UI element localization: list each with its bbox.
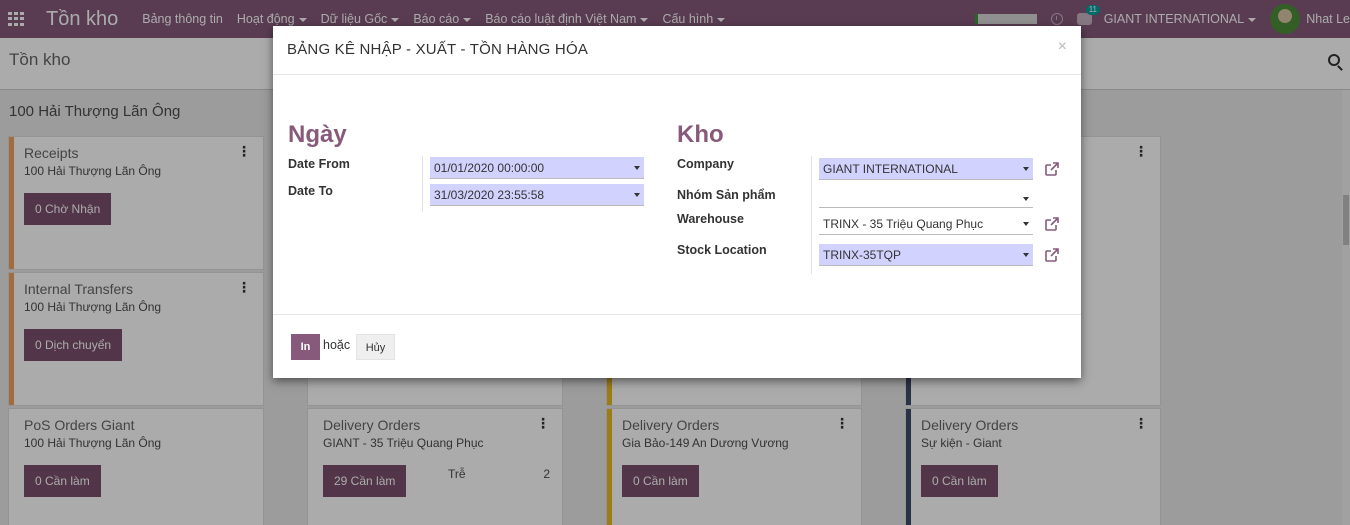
dialog-title: BẢNG KÊ NHẬP - XUẤT - TỒN HÀNG HÓA [287,41,589,58]
section-title-warehouse: Kho [677,121,724,148]
stock-location-label: Stock Location [677,243,767,257]
or-text: hoặc [323,338,351,352]
company-label: Company [677,157,734,171]
caret-down-icon [634,166,640,170]
dialog-header: BẢNG KÊ NHẬP - XUẤT - TỒN HÀNG HÓA × [273,26,1081,75]
warehouse-value: TRINX - 35 Triệu Quang Phục [823,217,984,231]
date-to-field[interactable]: 31/03/2020 23:55:58 [430,184,644,206]
caret-down-icon [1023,167,1029,171]
warehouse-label: Warehouse [677,212,744,226]
product-group-label: Nhóm Sản phẩm [677,188,776,202]
external-link-icon[interactable] [1044,247,1060,263]
caret-down-icon [1023,197,1029,201]
stock-location-field[interactable]: TRINX-35TQP [819,244,1033,266]
cancel-button[interactable]: Hủy [356,334,395,360]
caret-down-icon [1023,253,1029,257]
close-icon[interactable]: × [1058,38,1067,56]
caret-down-icon [1023,222,1029,226]
company-field[interactable]: GIANT INTERNATIONAL [819,158,1033,180]
caret-down-icon [634,193,640,197]
date-to-label: Date To [288,184,333,198]
stock-location-value: TRINX-35TQP [823,248,902,262]
report-dialog: BẢNG KÊ NHẬP - XUẤT - TỒN HÀNG HÓA × Ngà… [273,26,1081,378]
print-button[interactable]: In [291,334,320,360]
company-value: GIANT INTERNATIONAL [823,162,958,176]
date-from-label: Date From [288,157,350,171]
product-group-field[interactable] [819,186,1033,208]
field-divider [422,156,423,212]
dialog-footer: In hoặc Hủy [273,314,1081,378]
date-to-value: 31/03/2020 23:55:58 [434,188,545,202]
date-from-value: 01/01/2020 00:00:00 [434,161,545,175]
external-link-icon[interactable] [1044,161,1060,177]
field-divider [811,156,812,274]
external-link-icon[interactable] [1044,216,1060,232]
date-from-field[interactable]: 01/01/2020 00:00:00 [430,157,644,179]
section-title-date: Ngày [288,121,347,148]
warehouse-field[interactable]: TRINX - 35 Triệu Quang Phục [819,213,1033,235]
